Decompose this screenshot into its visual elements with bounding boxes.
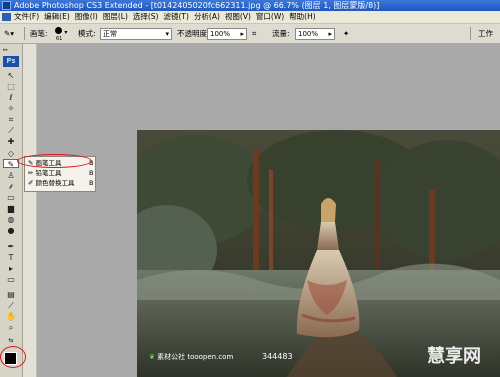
crop-tool-icon[interactable]: ⌗ [3,115,19,124]
toolbox-gutter [23,44,37,377]
flow-field[interactable]: 100% ▸ [295,28,335,40]
shape-tool-icon[interactable]: ▭ [3,275,19,284]
zoom-tool-icon[interactable]: ⌕ [3,323,19,332]
lasso-tool-icon[interactable]: ℓ [3,93,19,102]
eraser-icon[interactable]: ▭ [3,193,19,202]
brush-tool-preset-icon[interactable]: ✎▾ [4,28,14,39]
menu-window[interactable]: 窗口(W) [256,11,284,23]
slice-tool-icon[interactable]: ⟋ [3,126,19,135]
swap-colors-icon[interactable]: ⇆ [3,336,19,345]
tablet-pressure-icon[interactable]: ✦ [343,28,349,39]
toolbox-grip[interactable]: ▸▸ [3,47,8,53]
leaf-logo-icon: ❦ [149,353,155,361]
window-title: Adobe Photoshop CS3 Extended - [t0142405… [14,1,380,10]
flyout-item-color-replacement[interactable]: ✐ 颜色替换工具 B [28,179,93,188]
opacity-label: 不透明度: [177,29,210,38]
marquee-tool-icon[interactable]: ⬚ [3,82,19,91]
flyout-label: 铅笔工具 [35,169,62,177]
menu-bar: 文件(F) 编辑(E) 图像(I) 图层(L) 选择(S) 滤镜(T) 分析(A… [0,11,500,24]
eraser-tool-icon[interactable]: ◇ [3,149,19,158]
dodge-tool-icon[interactable]: ● [3,226,19,235]
flow-value: 100% [298,30,319,38]
menu-edit[interactable]: 编辑(E) [44,11,70,23]
title-bar: Adobe Photoshop CS3 Extended - [t0142405… [0,0,500,11]
forest-photo [137,130,500,377]
flyout-label: 颜色替换工具 [35,179,75,187]
history-brush-icon[interactable]: ⸙ [3,182,19,191]
color-replacement-icon: ✐ [28,179,34,187]
eyedropper-icon[interactable]: ⟋ [3,301,19,310]
highlight-ring-foreground [0,346,26,368]
mode-select[interactable]: 正常 ▾ [100,28,172,40]
pen-tool-icon[interactable]: ✒ [3,242,19,251]
menu-help[interactable]: 帮助(H) [289,11,316,23]
watermark-site: 素材公社 tooopen.com [157,353,234,361]
clone-stamp-icon[interactable]: ♙ [3,171,19,180]
menu-analysis[interactable]: 分析(A) [194,11,220,23]
watermark-number: 344483 [262,352,293,361]
menu-layer[interactable]: 图层(L) [103,11,128,23]
opacity-field[interactable]: 100% ▸ [207,28,247,40]
options-bar: ✎▾ 画笔: 61 ▾ 模式: 正常 ▾ 不透明度: 100% ▸ ⌗ 流量: 10… [0,24,500,44]
hand-tool-icon[interactable]: ✋ [3,312,19,321]
flow-label: 流量: [272,29,290,38]
highlight-ring-brush [17,154,92,168]
mode-value: 正常 [103,30,117,38]
notes-tool-icon[interactable]: ▤ [3,290,19,299]
workspace-button[interactable]: 工作 [478,29,493,38]
flyout-item-pencil[interactable]: ✏ 铅笔工具 B [28,169,93,178]
blur-tool-icon[interactable]: ◍ [3,215,19,224]
corner-watermark: 慧享网 [427,346,481,367]
pencil-icon: ✏ [28,169,34,177]
menu-file[interactable]: 文件(F) [14,11,39,23]
magic-wand-icon[interactable]: ✧ [3,104,19,113]
opacity-value: 100% [210,30,231,38]
brush-picker[interactable]: 61 ▾ [55,26,67,42]
menu-image[interactable]: 图像(I) [75,11,98,23]
move-tool-icon[interactable]: ↖ [3,71,19,80]
healing-brush-icon[interactable]: ✚ [3,137,19,146]
photoshop-icon [2,1,11,10]
menu-filter[interactable]: 滤镜(T) [164,11,189,23]
toolbox: ▸▸ Ps ↖ ⬚ ℓ ✧ ⌗ ⟋ ✚ ◇ ✎ ♙ ⸙ ▭ ▆ ◍ ● ✒ T … [0,44,23,377]
gradient-tool-icon[interactable]: ▆ [3,204,19,213]
shortcut-key: B [89,179,94,187]
app-logo-icon [2,13,11,21]
brush-label: 画笔: [30,29,48,38]
mode-label: 模式: [78,29,96,38]
separator [470,27,471,40]
airbrush-icon[interactable]: ⌗ [252,28,256,39]
menu-view[interactable]: 视图(V) [225,11,251,23]
path-selection-icon[interactable]: ▸ [3,264,19,273]
ps-logo[interactable]: Ps [3,56,19,67]
document-image[interactable]: ❦ 素材公社 tooopen.com 344483 慧享网 [137,130,500,377]
shortcut-key: B [89,169,94,177]
separator [24,27,25,40]
menu-select[interactable]: 选择(S) [133,11,159,23]
type-tool-icon[interactable]: T [3,253,19,262]
